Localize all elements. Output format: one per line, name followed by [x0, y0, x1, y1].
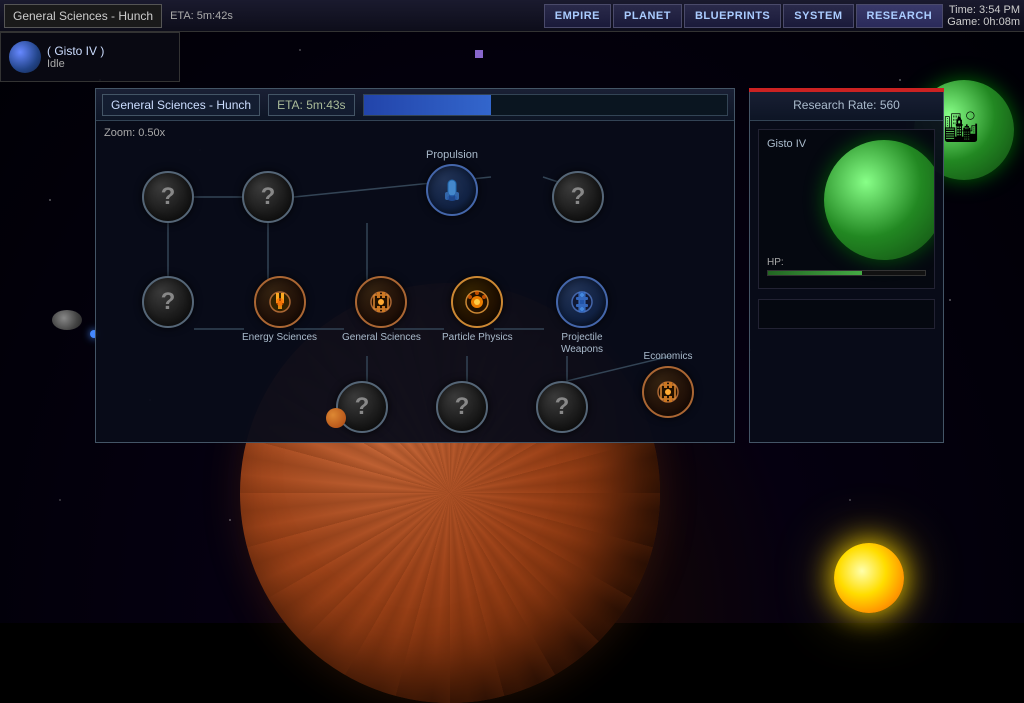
node-energy-sciences[interactable]: Energy Sciences — [242, 276, 317, 344]
planet-detail-name: Gisto IV — [767, 138, 806, 150]
pixel-marker — [475, 50, 483, 58]
clock-time: Time: 3:54 PM — [947, 4, 1020, 16]
game-time: Game: 0h:08m — [947, 16, 1020, 28]
node-unknown7[interactable]: ? — [536, 381, 588, 433]
node-general-sciences[interactable]: General Sciences — [342, 276, 421, 344]
projectile-weapons-label: Projectile Weapons — [542, 332, 622, 356]
node-unknown1[interactable]: ? — [142, 171, 194, 223]
node-circle-unknown6: ? — [436, 381, 488, 433]
node-economics[interactable]: Economics — [642, 351, 694, 418]
hp-label: HP: — [767, 257, 926, 268]
eta-section: ETA: 5m:42s — [170, 10, 233, 22]
node-circle-energy — [254, 276, 306, 328]
economics-label: Economics — [644, 351, 693, 363]
propulsion-label: Propulsion — [426, 149, 478, 161]
tab-empire[interactable]: EMPIRE — [544, 4, 611, 28]
right-panel-content: Gisto IV HP: — [750, 121, 943, 337]
hp-bar — [767, 270, 926, 276]
node-circle-propulsion — [426, 164, 478, 216]
node-circle-projectile — [556, 276, 608, 328]
tab-system[interactable]: SYSTEM — [783, 4, 853, 28]
research-rate-bottom-bar — [758, 299, 935, 329]
planet-status: Idle — [47, 58, 104, 70]
planet-icon-small — [9, 41, 41, 73]
planet-detail-img — [824, 140, 935, 260]
right-panel-header: Research Rate: 560 — [750, 89, 943, 121]
node-projectile-weapons[interactable]: Projectile Weapons — [542, 276, 622, 356]
node-unknown4[interactable]: ? — [142, 276, 194, 328]
tab-blueprints[interactable]: BLUEPRINTS — [684, 4, 781, 28]
node-unknown3[interactable]: ? — [552, 171, 604, 223]
research-title: General Sciences - Hunch — [102, 94, 260, 116]
general-sciences-label: General Sciences — [342, 332, 421, 344]
node-unknown6[interactable]: ? — [436, 381, 488, 433]
asteroid — [52, 310, 82, 330]
red-bar — [749, 88, 944, 92]
hp-bar-container: HP: — [767, 257, 926, 276]
research-panel-header: General Sciences - Hunch ETA: 5m:43s — [96, 89, 734, 121]
small-planet-dot — [326, 408, 346, 428]
tab-research[interactable]: RESEARCH — [856, 4, 944, 28]
research-progress-fill — [364, 95, 491, 115]
hp-fill — [768, 271, 862, 275]
tab-planet[interactable]: PLANET — [613, 4, 682, 28]
top-title: General Sciences - Hunch — [13, 9, 153, 23]
node-circle-unknown7: ? — [536, 381, 588, 433]
star-yellow — [834, 543, 904, 613]
energy-sciences-label: Energy Sciences — [242, 332, 317, 344]
node-circle-unknown4: ? — [142, 276, 194, 328]
research-rate: Research Rate: 560 — [793, 98, 900, 112]
time-section: Time: 3:54 PM Game: 0h:08m — [947, 4, 1024, 28]
node-propulsion[interactable]: Propulsion — [426, 149, 478, 216]
planet-detail-view: Gisto IV HP: — [758, 129, 935, 289]
node-circle-unknown3: ? — [552, 171, 604, 223]
research-progress-bar — [363, 94, 728, 116]
planet-bar: ( Gisto IV ) Idle — [0, 32, 180, 82]
zoom-label: Zoom: 0.50x — [104, 127, 165, 139]
node-circle-particle — [451, 276, 503, 328]
node-circle-unknown2: ? — [242, 171, 294, 223]
research-eta: ETA: 5m:43s — [268, 94, 354, 116]
node-circle-general — [355, 276, 407, 328]
research-content: Zoom: 0.50x ? ? — [96, 121, 734, 442]
top-eta: ETA: 5m:42s — [170, 10, 233, 22]
planet-info: ( Gisto IV ) Idle — [47, 44, 104, 70]
top-bar: General Sciences - Hunch ETA: 5m:42s EMP… — [0, 0, 1024, 32]
node-circle-unknown1: ? — [142, 171, 194, 223]
research-panel: General Sciences - Hunch ETA: 5m:43s Zoo… — [95, 88, 735, 443]
right-panel: Research Rate: 560 Gisto IV HP: — [749, 88, 944, 443]
node-particle-physics[interactable]: Particle Physics — [442, 276, 513, 344]
nav-tabs: EMPIRE PLANET BLUEPRINTS SYSTEM RESEARCH — [544, 4, 943, 28]
planet-name: ( Gisto IV ) — [47, 44, 104, 58]
node-unknown2[interactable]: ? — [242, 171, 294, 223]
title-section: General Sciences - Hunch — [4, 4, 162, 28]
node-circle-economics — [642, 366, 694, 418]
particle-physics-label: Particle Physics — [442, 332, 513, 344]
